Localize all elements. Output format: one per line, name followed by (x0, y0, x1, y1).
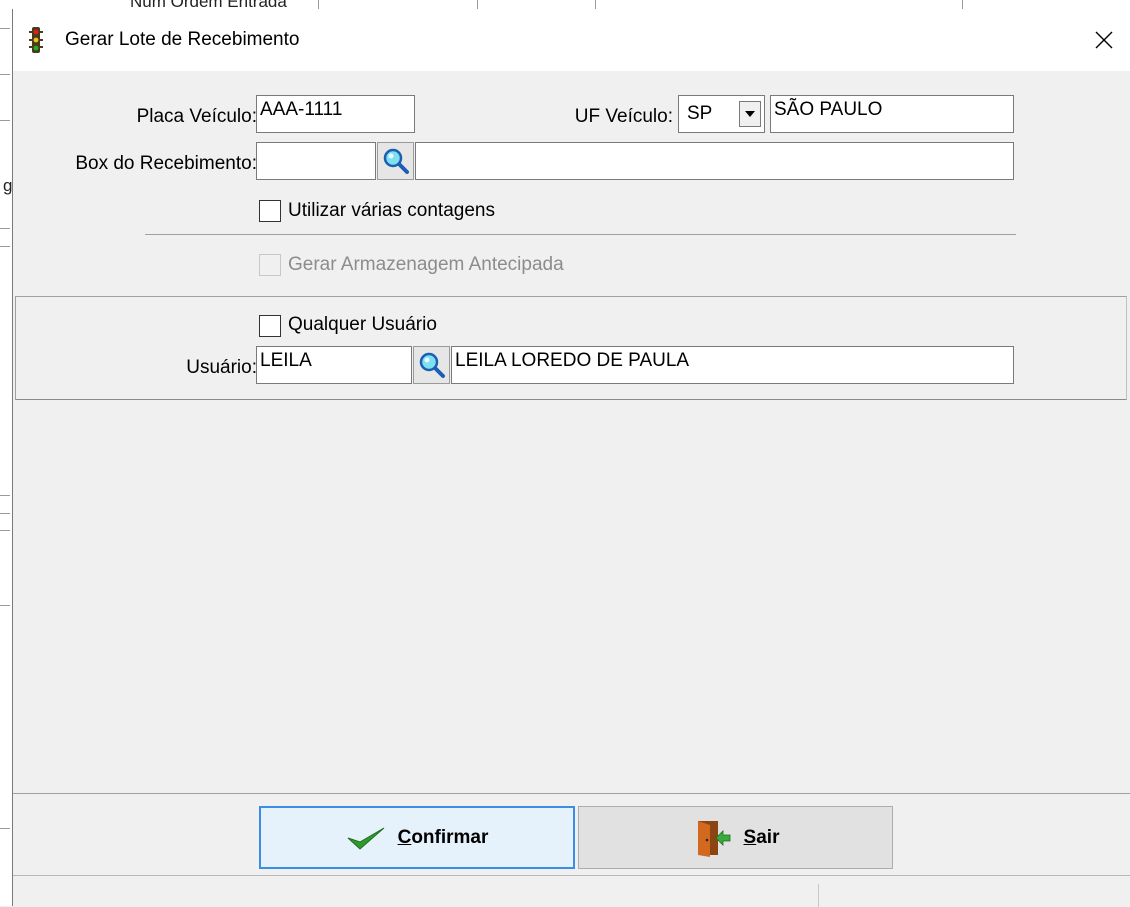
background-column-separator (477, 0, 478, 9)
close-icon (1095, 31, 1113, 49)
status-bar-separator (818, 884, 819, 907)
background-tick (0, 228, 10, 229)
gerar-armazenagem-checkbox (259, 254, 281, 276)
box-recebimento-code-input[interactable] (256, 142, 376, 180)
magnifier-icon (383, 148, 409, 174)
gerar-armazenagem-label: Gerar Armazenagem Antecipada (288, 254, 564, 275)
title-bar[interactable]: Gerar Lote de Recebimento (13, 9, 1130, 71)
usuario-code-input[interactable]: LEILA (256, 346, 412, 384)
usuario-name-field[interactable]: LEILA LOREDO DE PAULA (451, 346, 1014, 384)
background-tick (0, 530, 10, 531)
background-tick (0, 246, 10, 247)
background-tick (0, 513, 10, 514)
uf-veiculo-label: UF Veículo: (574, 106, 673, 127)
placa-veiculo-input[interactable]: AAA-1111 (256, 95, 415, 133)
background-tick (0, 120, 10, 121)
background-column-separator (595, 0, 596, 9)
usuario-lookup-button[interactable] (413, 346, 450, 384)
gerar-lote-dialog: Gerar Lote de Recebimento Placa Veículo:… (12, 9, 1130, 907)
utilizar-varias-contagens-label[interactable]: Utilizar várias contagens (288, 200, 495, 222)
dropdown-button[interactable] (739, 101, 761, 127)
background-tick (0, 495, 10, 496)
background-tick (0, 74, 10, 75)
uf-veiculo-select[interactable]: SP (678, 95, 765, 133)
background-column-separator (962, 0, 963, 9)
placa-veiculo-label: Placa Veículo: (136, 106, 257, 127)
exit-door-icon (697, 820, 730, 857)
checkmark-icon (347, 827, 384, 850)
box-lookup-button[interactable] (377, 142, 414, 180)
background-tick (0, 828, 10, 829)
close-button[interactable] (1077, 9, 1130, 71)
background-tick (0, 28, 10, 29)
uf-nome-field[interactable]: SÃO PAULO (770, 95, 1014, 133)
box-recebimento-label: Box do Recebimento: (75, 153, 257, 174)
chevron-down-icon (745, 111, 755, 117)
sair-label: Sair (743, 826, 780, 848)
qualquer-usuario-label[interactable]: Qualquer Usuário (288, 314, 437, 336)
qualquer-usuario-checkbox[interactable] (259, 315, 281, 337)
uf-veiculo-value: SP (687, 103, 713, 124)
traffic-light-icon (29, 27, 43, 53)
background-column-separator (318, 0, 319, 9)
usuario-label: Usuário: (186, 357, 257, 378)
background-column-header: Num Ordem Entrada (130, 0, 287, 9)
status-bar (13, 875, 1130, 907)
magnifier-icon (419, 352, 445, 378)
background-header: Num Ordem Entrada (12, 0, 1130, 9)
separator (145, 234, 1016, 235)
button-area-divider (13, 793, 1130, 794)
sair-button[interactable]: Sair (578, 806, 893, 869)
dialog-title: Gerar Lote de Recebimento (65, 29, 300, 50)
confirmar-button[interactable]: Confirmar (259, 806, 575, 869)
background-tick (0, 605, 10, 606)
confirmar-label: Confirmar (397, 826, 489, 848)
box-recebimento-desc-field[interactable] (415, 142, 1014, 180)
utilizar-varias-contagens-checkbox[interactable] (259, 200, 281, 222)
